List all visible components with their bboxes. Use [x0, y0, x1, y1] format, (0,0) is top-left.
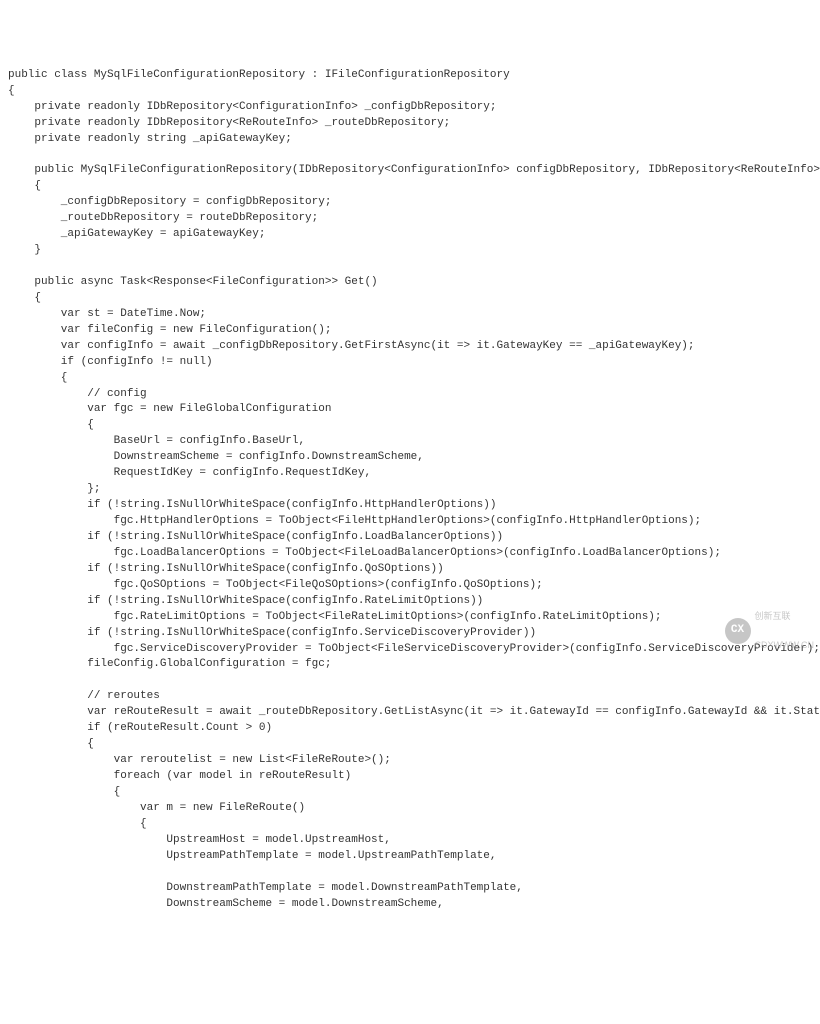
- code-line: fgc.RateLimitOptions = ToObject<FileRate…: [8, 611, 662, 623]
- code-line: fileConfig.GlobalConfiguration = fgc;: [8, 658, 331, 670]
- code-line: fgc.QoSOptions = ToObject<FileQoSOptions…: [8, 579, 543, 591]
- code-line: {: [8, 738, 94, 750]
- code-line: {: [8, 85, 15, 97]
- code-line: var st = DateTime.Now;: [8, 308, 206, 320]
- code-line: if (!string.IsNullOrWhiteSpace(configInf…: [8, 627, 536, 639]
- code-line: if (reRouteResult.Count > 0): [8, 722, 272, 734]
- code-line: // config: [8, 388, 147, 400]
- watermark-text: 创新互联 CDXWWW.CN: [755, 592, 815, 671]
- code-line: var fileConfig = new FileConfiguration()…: [8, 324, 331, 336]
- code-line: DownstreamScheme = model.DownstreamSchem…: [8, 898, 444, 910]
- code-line: private readonly string _apiGatewayKey;: [8, 133, 292, 145]
- code-line: if (!string.IsNullOrWhiteSpace(configInf…: [8, 499, 496, 511]
- code-line: };: [8, 483, 100, 495]
- code-line: private readonly IDbRepository<ReRouteIn…: [8, 117, 450, 129]
- code-line: UpstreamPathTemplate = model.UpstreamPat…: [8, 850, 496, 862]
- code-line: _apiGatewayKey = apiGatewayKey;: [8, 228, 265, 240]
- code-line: var configInfo = await _configDbReposito…: [8, 340, 695, 352]
- code-line: _routeDbRepository = routeDbRepository;: [8, 212, 318, 224]
- code-line: if (!string.IsNullOrWhiteSpace(configInf…: [8, 531, 503, 543]
- code-line: var m = new FileReRoute(): [8, 802, 305, 814]
- code-line: private readonly IDbRepository<Configura…: [8, 101, 496, 113]
- code-line: fgc.LoadBalancerOptions = ToObject<FileL…: [8, 547, 721, 559]
- code-line: fgc.ServiceDiscoveryProvider = ToObject<…: [8, 643, 820, 655]
- code-line: // reroutes: [8, 690, 160, 702]
- code-line: public MySqlFileConfigurationRepository(…: [8, 164, 820, 176]
- watermark: CX 创新互联 CDXWWW.CN: [725, 592, 815, 671]
- code-line: var reRouteResult = await _routeDbReposi…: [8, 706, 820, 718]
- code-line: var reroutelist = new List<FileReRoute>(…: [8, 754, 391, 766]
- code-line: var fgc = new FileGlobalConfiguration: [8, 403, 331, 415]
- code-line: public class MySqlFileConfigurationRepos…: [8, 69, 510, 81]
- watermark-line1: 创新互联: [755, 612, 815, 622]
- code-line: {: [8, 786, 120, 798]
- code-line: DownstreamPathTemplate = model.Downstrea…: [8, 882, 523, 894]
- code-line: if (!string.IsNullOrWhiteSpace(configInf…: [8, 563, 444, 575]
- code-line: foreach (var model in reRouteResult): [8, 770, 351, 782]
- code-line: {: [8, 292, 41, 304]
- code-line: if (configInfo != null): [8, 356, 213, 368]
- code-line: fgc.HttpHandlerOptions = ToObject<FileHt…: [8, 515, 701, 527]
- watermark-icon: CX: [725, 618, 751, 644]
- code-line: UpstreamHost = model.UpstreamHost,: [8, 834, 391, 846]
- code-line: RequestIdKey = configInfo.RequestIdKey,: [8, 467, 371, 479]
- code-line: public async Task<Response<FileConfigura…: [8, 276, 378, 288]
- code-line: _configDbRepository = configDbRepository…: [8, 196, 331, 208]
- watermark-line2: CDXWWW.CN: [755, 641, 815, 651]
- code-block: public class MySqlFileConfigurationRepos…: [8, 68, 812, 913]
- code-line: }: [8, 244, 41, 256]
- code-line: {: [8, 419, 94, 431]
- code-line: {: [8, 180, 41, 192]
- code-line: {: [8, 818, 147, 830]
- code-line: BaseUrl = configInfo.BaseUrl,: [8, 435, 305, 447]
- code-line: {: [8, 372, 67, 384]
- code-line: DownstreamScheme = configInfo.Downstream…: [8, 451, 424, 463]
- code-line: if (!string.IsNullOrWhiteSpace(configInf…: [8, 595, 483, 607]
